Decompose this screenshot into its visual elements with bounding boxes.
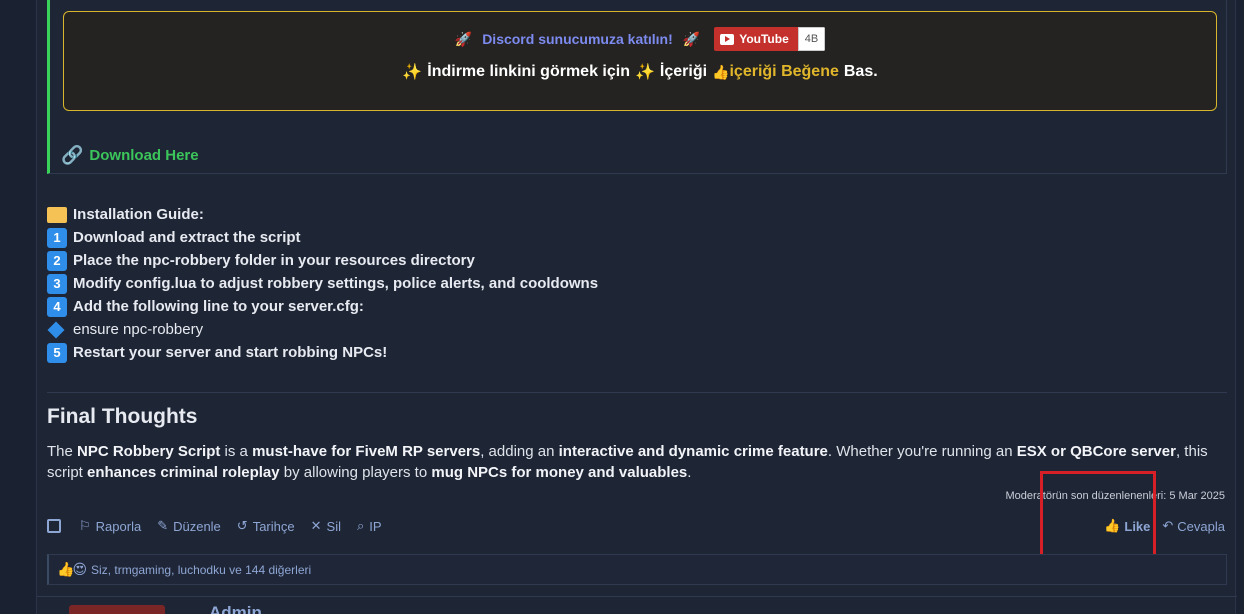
folder-icon — [47, 206, 67, 223]
keycap-5-icon: 5 — [47, 342, 67, 363]
discord-link[interactable]: Discord sunucumuza katılın! — [482, 31, 673, 47]
heart-eyes-icon: 😍 — [72, 561, 88, 577]
keycap-4-icon: 4 — [47, 296, 67, 317]
post-container: 🚀 Discord sunucumuza katılın! 🚀 YouTube … — [36, 0, 1237, 614]
select-post-checkbox[interactable] — [47, 519, 61, 533]
keycap-2-icon: 2 — [47, 250, 67, 271]
reply-button[interactable]: ↶ Cevapla — [1162, 518, 1225, 534]
history-icon: ↺ — [236, 518, 248, 533]
guide-step: 3 Modify config.lua to adjust robbery se… — [47, 272, 598, 295]
installation-guide: Installation Guide: 1 Download and extra… — [47, 203, 598, 364]
divider — [47, 392, 1227, 393]
report-button[interactable]: ⚐ Raporla — [79, 518, 141, 534]
youtube-subscribe-button[interactable]: YouTube 4B — [714, 27, 826, 51]
download-link[interactable]: 🔗 Download Here — [61, 145, 199, 166]
ip-button[interactable]: ⌕ IP — [357, 518, 382, 534]
delete-button[interactable]: ✕ Sil — [311, 518, 341, 534]
post-actions-left: ⚐ Raporla ✎ Düzenle ↺ Tarihçe ✕ Sil ⌕ IP — [47, 518, 382, 534]
edit-icon: ✎ — [157, 518, 169, 533]
avatar[interactable] — [69, 605, 165, 614]
guide-step: 2 Place the npc-robbery folder in your r… — [47, 249, 598, 272]
youtube-play-icon — [720, 33, 735, 45]
edit-button[interactable]: ✎ Düzenle — [157, 518, 221, 534]
spoiler-quote-box: 🚀 Discord sunucumuza katılın! 🚀 YouTube … — [47, 0, 1227, 174]
youtube-count: 4B — [797, 27, 826, 51]
final-thoughts-heading: Final Thoughts — [47, 405, 198, 428]
discord-line: 🚀 Discord sunucumuza katılın! 🚀 YouTube … — [64, 27, 1216, 51]
search-icon: ⌕ — [356, 518, 365, 533]
history-button[interactable]: ↺ Tarihçe — [237, 518, 295, 534]
unlock-instructions: ✨ İndirme linkini görmek için ✨ İçeriği … — [402, 63, 878, 81]
rocket-icon: 🚀 — [682, 30, 701, 47]
author-name[interactable]: Admin — [209, 603, 262, 614]
sparkle-icon: ✨ — [634, 64, 655, 81]
delete-icon: ✕ — [310, 518, 322, 533]
thumbs-up-icon: 👍 — [712, 63, 730, 80]
guide-step: 1 Download and extract the script — [47, 226, 598, 249]
unlock-notice-box: 🚀 Discord sunucumuza katılın! 🚀 YouTube … — [63, 11, 1217, 111]
sparkle-icon: ✨ — [402, 64, 423, 81]
reactions-bar[interactable]: 👍 😍 Siz, trmgaming, luchodku ve 144 diğer… — [47, 554, 1227, 585]
blue-diamond-icon — [47, 321, 65, 338]
guide-step: 4 Add the following line to your server.… — [47, 295, 598, 318]
guide-step: 5 Restart your server and start robbing … — [47, 341, 598, 364]
flag-icon: ⚐ — [79, 518, 91, 533]
reply-icon: ↶ — [1162, 518, 1174, 533]
link-icon: 🔗 — [61, 145, 84, 165]
post-separator — [37, 596, 1237, 597]
keycap-1-icon: 1 — [47, 227, 67, 248]
guide-step: ensure npc-robbery — [47, 318, 598, 341]
guide-title: Installation Guide: — [73, 206, 204, 223]
rocket-icon: 🚀 — [454, 30, 473, 47]
reactions-list[interactable]: Siz, trmgaming, luchodku ve 144 diğerler… — [91, 563, 311, 577]
youtube-label: YouTube — [739, 32, 789, 46]
keycap-3-icon: 3 — [47, 273, 67, 294]
like-content-link[interactable]: içeriği Beğene — [729, 63, 838, 81]
